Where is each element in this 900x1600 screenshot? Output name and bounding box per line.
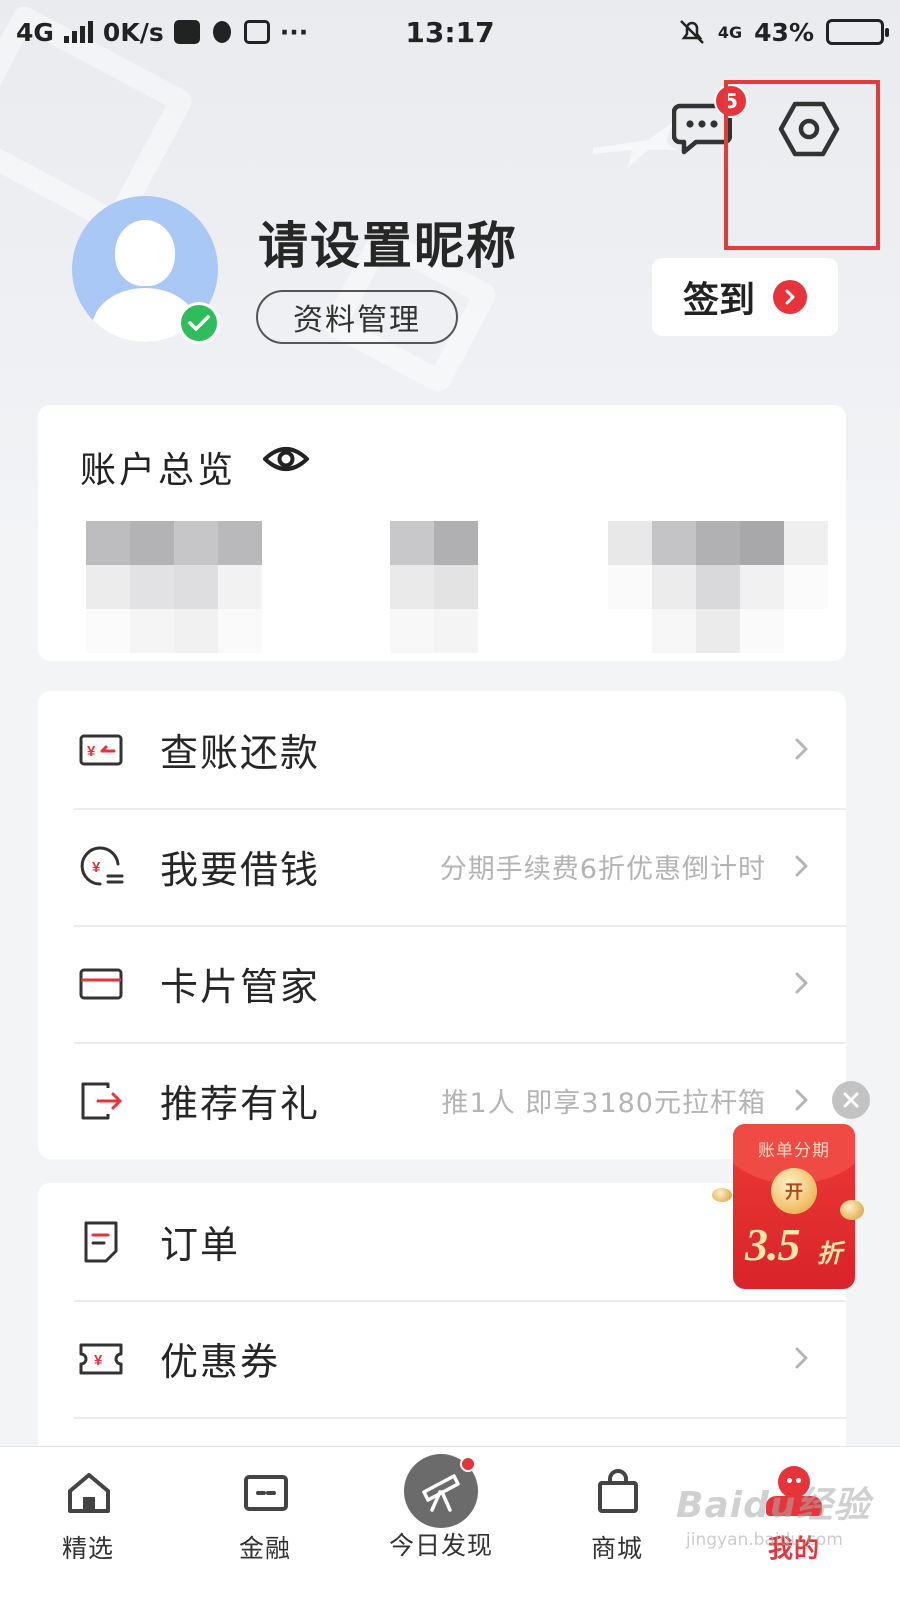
- network-type: 4G: [16, 17, 54, 47]
- mine-icon-base: [766, 1496, 822, 1516]
- airplane-decoration-icon: [593, 122, 676, 168]
- svg-text:¥: ¥: [94, 1352, 103, 1369]
- account-overview-card[interactable]: 账户总览: [38, 405, 846, 661]
- avatar-head-shape: [115, 220, 175, 286]
- nav-label: 金融: [238, 1534, 291, 1563]
- discover-notification-dot: [460, 1456, 476, 1472]
- verified-check-icon: [178, 302, 220, 344]
- message-badge: 5: [714, 84, 748, 118]
- chevron-right-icon: [795, 738, 808, 760]
- home-icon: [68, 1473, 110, 1513]
- menu-item-borrow-money[interactable]: ¥ 我要借钱 分期手续费6折优惠倒计时: [38, 808, 846, 925]
- nav-label: 精选: [61, 1534, 114, 1563]
- chevron-right-icon: [795, 972, 808, 994]
- menu-hint: 分期手续费6折优惠倒计时: [439, 854, 766, 885]
- coupon-icon: ¥: [79, 1343, 123, 1375]
- battery-percent: 43%: [754, 17, 814, 47]
- checkin-label: 签到: [682, 280, 755, 321]
- coin-decoration: [840, 1200, 864, 1220]
- mine-icon: [778, 1466, 810, 1498]
- menu-label: 卡片管家: [160, 965, 321, 1009]
- chevron-right-icon: [795, 1089, 808, 1111]
- settings-icon[interactable]: [778, 100, 840, 158]
- menu-card-finance: ¥ 查账还款 ¥ 我要借钱 分期手续费6折优惠倒计时 卡片管家 推荐有礼 推1人…: [38, 691, 846, 1159]
- promo-title: 账单分期: [758, 1141, 830, 1161]
- chevron-right-icon: [795, 1347, 808, 1369]
- app-icon: [243, 20, 270, 44]
- bill-installment-promo[interactable]: 账单分期 开 3.5 折: [733, 1124, 855, 1289]
- promo-close-button[interactable]: [832, 1081, 870, 1119]
- svg-text:¥: ¥: [92, 859, 101, 876]
- menu-label: 订单: [160, 1223, 241, 1267]
- more-notifications-icon: ···: [279, 17, 309, 47]
- menu-item-referral[interactable]: 推荐有礼 推1人 即享3180元拉杆箱: [38, 1042, 846, 1159]
- menu-label: 推荐有礼: [160, 1082, 321, 1126]
- blurred-balance-3: [608, 521, 828, 653]
- status-bar-right: 4G 43%: [678, 0, 889, 64]
- coin-decoration: [712, 1188, 732, 1202]
- nav-tab-mall[interactable]: 商城: [557, 1447, 677, 1600]
- telescope-icon: [422, 1474, 460, 1512]
- menu-label: 我要借钱: [160, 848, 321, 892]
- finance-card-icon: [244, 1475, 288, 1511]
- mute-bell-icon: [680, 20, 704, 44]
- menu-item-coupons[interactable]: ¥ 优惠券: [38, 1300, 846, 1417]
- menu-label: 优惠券: [160, 1340, 281, 1384]
- blurred-balance-2: [390, 521, 478, 653]
- nav-tab-featured[interactable]: 精选: [28, 1447, 148, 1600]
- shopping-bag-icon: [598, 1469, 638, 1513]
- menu-hint: 推1人 即享3180元拉杆箱: [441, 1088, 766, 1119]
- account-overview-title: 账户总览: [80, 450, 237, 491]
- checkin-button[interactable]: 签到: [652, 258, 838, 336]
- chevron-right-icon: [795, 855, 808, 877]
- eye-icon[interactable]: [262, 439, 310, 479]
- profile-manage-button[interactable]: 资料管理: [256, 290, 458, 344]
- signal-icon: [63, 21, 93, 43]
- card-manager-icon: [79, 968, 123, 1000]
- notification-app-icon: [173, 20, 200, 44]
- chevron-right-icon: [773, 280, 807, 314]
- menu-label: 查账还款: [160, 731, 321, 775]
- menu-card-orders: 订单 ¥ 优惠券: [38, 1183, 846, 1446]
- menu-item-card-manager[interactable]: 卡片管家: [38, 925, 846, 1042]
- status-bar-left: 4G 0K/s ···: [16, 18, 376, 47]
- nav-tab-finance[interactable]: 金融: [205, 1447, 325, 1600]
- nav-label: 我的: [767, 1534, 820, 1563]
- blurred-balance-1: [86, 521, 262, 653]
- network-speed: 0K/s: [102, 17, 164, 47]
- promo-unit: 折: [817, 1239, 843, 1268]
- referral-icon: [81, 1082, 122, 1120]
- borrow-money-icon: ¥: [80, 846, 124, 886]
- bill-repay-icon: ¥: [79, 734, 123, 766]
- nav-label: 商城: [590, 1534, 643, 1563]
- menu-item-partial: [38, 1417, 846, 1446]
- menu-item-bill-repay[interactable]: ¥ 查账还款: [38, 691, 846, 808]
- battery-icon: [826, 19, 889, 45]
- promo-value: 3.5: [745, 1219, 800, 1270]
- status-bar: 4G 0K/s ··· 13:17 4G 43%: [0, 0, 900, 64]
- close-icon: [843, 1092, 859, 1108]
- order-icon: [84, 1221, 118, 1263]
- nickname[interactable]: 请设置昵称: [258, 206, 518, 278]
- nav-label: 今日发现: [388, 1531, 493, 1560]
- network-type-right: 4G: [717, 22, 743, 42]
- qq-icon: [212, 21, 231, 43]
- svg-text:¥: ¥: [87, 743, 96, 760]
- promo-open-coin: 开: [771, 1168, 817, 1214]
